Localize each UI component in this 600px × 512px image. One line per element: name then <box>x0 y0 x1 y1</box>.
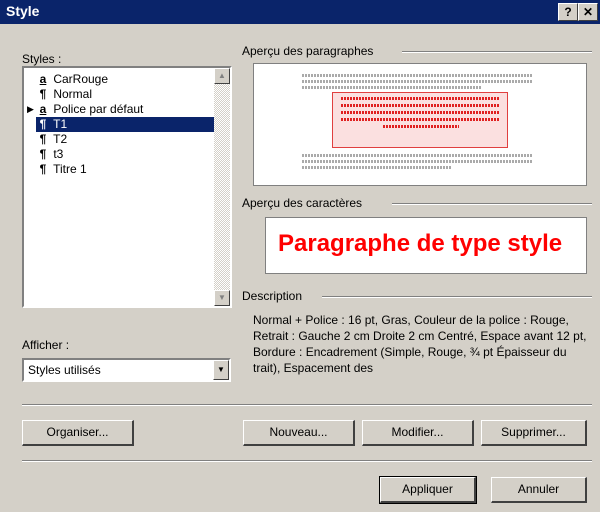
style-list-item-label: Normal <box>50 87 93 101</box>
style-list-item-label: Police par défaut <box>50 102 144 116</box>
description-label: Description <box>242 289 303 303</box>
character-preview: Paragraphe de type style <box>265 217 587 274</box>
character-style-icon: a <box>39 102 47 116</box>
organize-button[interactable]: Organiser... <box>22 420 134 446</box>
expand-arrow-icon: ▶ <box>27 119 34 129</box>
description-text: Normal + Police : 16 pt, Gras, Couleur d… <box>253 313 587 375</box>
style-list-item[interactable]: a CarRouge <box>36 72 108 87</box>
paragraph-preview-divider <box>402 51 592 53</box>
scroll-down-button[interactable]: ▼ <box>214 290 230 306</box>
new-button[interactable]: Nouveau... <box>243 420 355 446</box>
show-select[interactable]: Styles utilisés ▼ <box>22 358 231 382</box>
style-list-item-label: T1 <box>50 117 68 131</box>
character-preview-divider <box>392 203 592 205</box>
help-button[interactable]: ? <box>558 3 578 21</box>
style-list-item-label: T2 <box>50 132 68 146</box>
show-select-value: Styles utilisés <box>28 363 101 377</box>
show-label: Afficher : <box>22 338 70 352</box>
style-list-item-label: Titre 1 <box>50 162 87 176</box>
character-style-icon: a <box>39 72 47 86</box>
paragraph-preview <box>253 63 587 186</box>
style-list-item[interactable]: ▶ ¶ T1 <box>27 117 219 132</box>
chevron-down-icon[interactable]: ▼ <box>213 360 229 380</box>
character-preview-text: Paragraphe de type style <box>278 230 563 257</box>
modify-button[interactable]: Modifier... <box>362 420 474 446</box>
style-list-item-label: CarRouge <box>50 72 109 86</box>
description-divider <box>322 296 592 298</box>
apply-button[interactable]: Appliquer <box>379 476 477 504</box>
character-preview-label: Aperçu des caractères <box>242 196 363 210</box>
paragraph-style-icon: ¶ <box>39 162 47 176</box>
style-list-item-label: t3 <box>50 147 64 161</box>
paragraph-style-icon: ¶ <box>39 87 47 101</box>
style-dialog: Style ? ✕ Styles : a CarRouge ¶ Normal ▶ a … <box>0 0 600 512</box>
styles-label: Styles : <box>22 52 62 66</box>
style-list-item[interactable]: ▶ a Police par défaut <box>27 102 144 117</box>
close-button[interactable]: ✕ <box>578 3 598 21</box>
styles-listbox[interactable]: a CarRouge ¶ Normal ▶ a Police par défaut ▶ ¶… <box>22 66 232 308</box>
style-list-item[interactable]: ¶ t3 <box>36 147 64 162</box>
paragraph-style-icon: ¶ <box>39 132 47 146</box>
scroll-up-button[interactable]: ▲ <box>214 68 230 84</box>
listbox-scrollbar[interactable]: ▲ ▼ <box>214 68 230 306</box>
separator-top <box>22 404 592 406</box>
expand-arrow-icon: ▶ <box>27 104 34 114</box>
style-list-item[interactable]: ¶ T2 <box>36 132 67 147</box>
paragraph-style-icon: ¶ <box>39 117 47 131</box>
paragraph-style-icon: ¶ <box>39 147 47 161</box>
separator-bottom <box>22 460 592 462</box>
cancel-button[interactable]: Annuler <box>491 477 587 503</box>
style-list-item[interactable]: ¶ Normal <box>36 87 92 102</box>
paragraph-preview-label: Aperçu des paragraphes <box>242 44 374 58</box>
style-list-item[interactable]: ¶ Titre 1 <box>36 162 87 177</box>
delete-button[interactable]: Supprimer... <box>481 420 587 446</box>
title-bar[interactable]: Style ? ✕ <box>0 0 600 24</box>
paragraph-preview-sample <box>332 92 508 148</box>
dialog-title: Style <box>6 3 40 19</box>
